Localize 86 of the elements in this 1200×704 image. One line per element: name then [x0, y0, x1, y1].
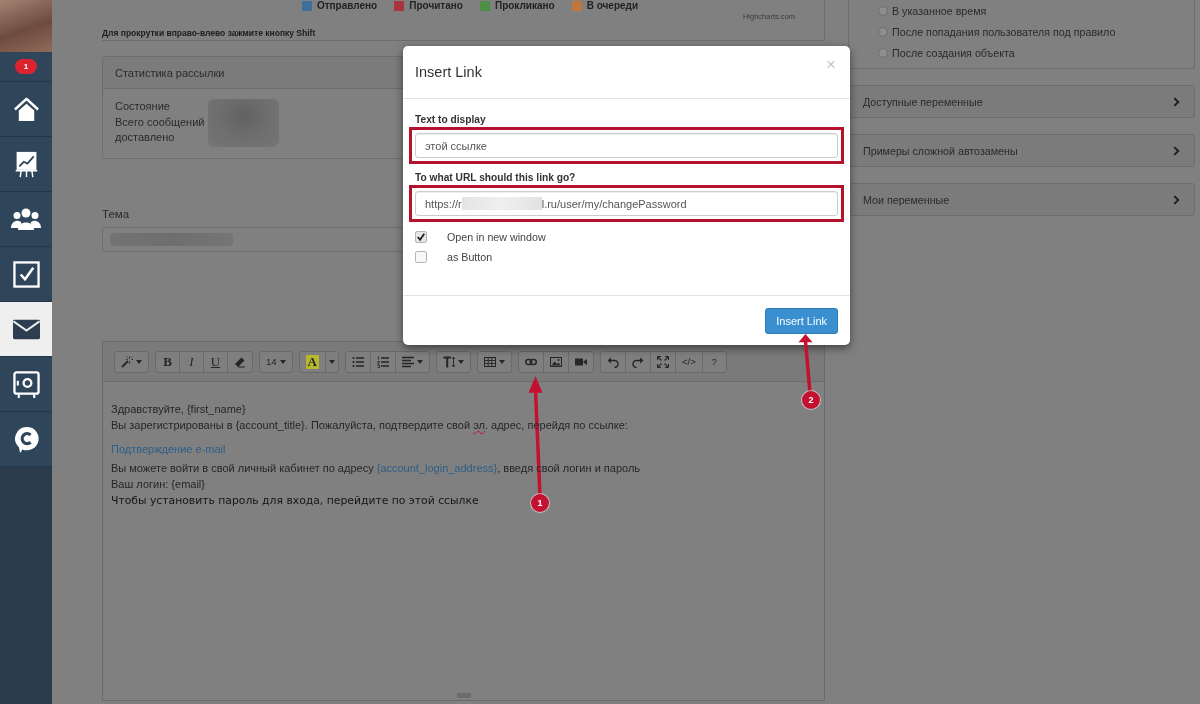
toolbar-button[interactable] — [599, 350, 626, 373]
toolbar-button[interactable] — [394, 350, 430, 373]
chat-bubble-icon — [12, 425, 40, 453]
radio-label[interactable]: В указанное время — [892, 4, 987, 17]
accordion-header[interactable]: Доступные переменные — [848, 85, 1195, 118]
scroll-hint: Для прокрутки вправо-влево зажмите кнопку Shift — [102, 28, 317, 39]
toolbar-button[interactable]: ? — [701, 350, 727, 373]
accordion-header[interactable]: Мои переменные — [848, 183, 1195, 216]
caret-icon — [457, 359, 464, 364]
align-left-icon — [401, 355, 414, 368]
stat-label: доставлено — [115, 130, 176, 145]
legend-label[interactable]: Прокликано — [494, 0, 555, 12]
numbered-list-icon — [376, 355, 389, 368]
legend-label[interactable]: Прочитано — [409, 0, 463, 12]
legend-label[interactable]: Отправлено — [316, 0, 378, 12]
fullscreen-icon — [656, 355, 669, 368]
editor-text-line: Здравствуйте, {first_name} — [111, 402, 246, 417]
magic-wand-icon — [121, 355, 133, 368]
toolbar-button[interactable] — [114, 350, 149, 373]
redo-icon — [631, 355, 644, 368]
checkbox-label[interactable]: as Button — [447, 251, 493, 263]
radio-button[interactable] — [878, 26, 888, 37]
undo-icon — [606, 355, 619, 368]
toolbar-button[interactable] — [624, 350, 651, 373]
toolbar-button[interactable]: A — [298, 350, 326, 373]
radio-label[interactable]: После попадания пользователя под правило — [892, 25, 1116, 38]
toolbar-button[interactable] — [649, 350, 676, 373]
caret-icon — [498, 359, 505, 364]
eraser-icon — [234, 355, 246, 368]
sidebar-item[interactable] — [0, 412, 52, 467]
toolbar-button[interactable] — [542, 350, 569, 373]
accordion-header[interactable]: Примеры сложной автозамены — [848, 134, 1195, 167]
text-field[interactable]: https://r l.ru/user/my/changePassword — [415, 191, 838, 216]
insert-link-button[interactable]: Insert Link — [765, 307, 838, 334]
toolbar-button[interactable]: 14 — [259, 350, 293, 373]
caret-icon — [279, 359, 286, 364]
picture-icon — [549, 355, 562, 368]
toolbar-button[interactable]: </> — [674, 350, 703, 373]
toolbar-button[interactable] — [435, 350, 471, 373]
users-icon — [11, 208, 41, 230]
redaction-block — [208, 99, 279, 147]
toolbar-button[interactable] — [517, 350, 544, 373]
bulleted-list-icon — [351, 355, 364, 368]
caret-icon — [136, 359, 142, 364]
step-number-badge: 2 — [802, 391, 820, 409]
table-icon — [483, 355, 496, 368]
toolbar-button[interactable]: B — [155, 350, 180, 373]
sidebar-item[interactable] — [0, 357, 52, 412]
legend-label[interactable]: В очереди — [586, 0, 639, 12]
checkbox[interactable] — [415, 231, 427, 243]
photo-placeholder — [0, 0, 52, 52]
editor-text-line: Чтобы установить пароль для входа, перейдите по этой ссылке — [111, 493, 479, 509]
dialog-title: Insert Link — [415, 64, 482, 80]
sidebar-item[interactable] — [0, 82, 52, 137]
caret-icon — [416, 359, 423, 364]
radio-label[interactable]: После создания объекта — [892, 46, 1015, 59]
sidebar-item[interactable] — [0, 192, 52, 247]
editor-text-line: Ваш логин: {email} — [111, 477, 205, 492]
toolbar-button[interactable] — [344, 350, 371, 373]
line-height-icon — [442, 355, 455, 368]
field-label: Text to display — [415, 114, 487, 126]
sidebar-item[interactable] — [0, 137, 52, 192]
sidebar-item[interactable] — [0, 302, 52, 357]
toolbar-button[interactable] — [567, 350, 594, 373]
safe-icon — [12, 370, 40, 398]
step-number-badge: 1 — [531, 494, 549, 512]
toolbar-button[interactable]: I — [179, 350, 204, 373]
checkbox-square-icon — [12, 260, 40, 288]
notification-badge: 1 — [15, 59, 37, 74]
sidebar-item[interactable] — [0, 247, 52, 302]
text-field[interactable]: этой ссылке — [415, 133, 838, 158]
house-icon — [12, 95, 40, 123]
radio-button[interactable] — [878, 47, 888, 58]
annotation-arrow — [797, 334, 815, 393]
toolbar-button[interactable] — [369, 350, 396, 373]
checkbox[interactable] — [415, 251, 427, 263]
toolbar-button[interactable] — [476, 350, 512, 373]
stat-label: Всего сообщений — [115, 114, 206, 130]
checkbox-label[interactable]: Open in new window — [447, 231, 546, 243]
radio-button[interactable] — [878, 5, 888, 16]
stat-label: Состояние — [115, 99, 171, 114]
toolbar-button[interactable] — [227, 350, 253, 373]
toolbar-button[interactable]: U — [203, 350, 228, 373]
field-label: Тема — [102, 207, 131, 221]
caret-icon — [328, 359, 335, 364]
field-label: To what URL should this link go? — [415, 172, 577, 184]
